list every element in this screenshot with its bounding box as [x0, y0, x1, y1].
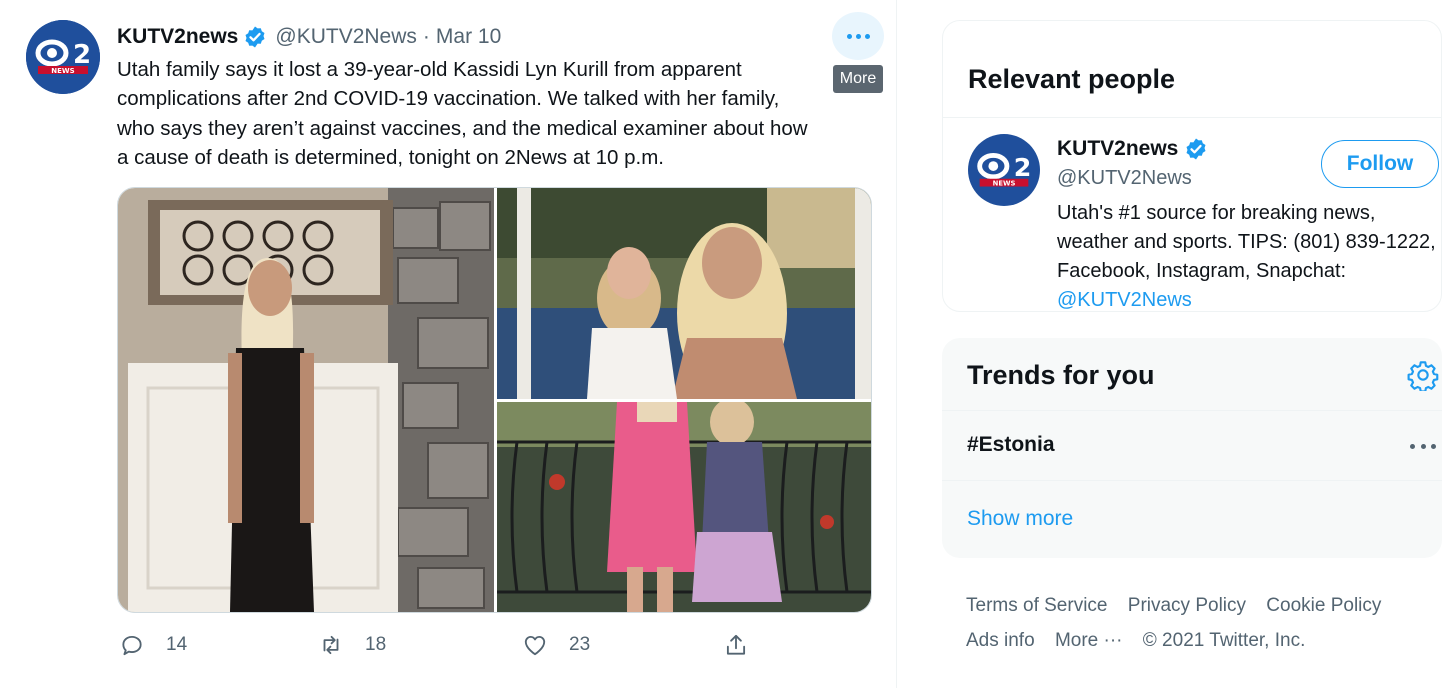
like-button[interactable]: 23	[522, 628, 590, 662]
tweet-more-button[interactable]	[832, 12, 884, 60]
person-display-name: KUTV2news	[1057, 137, 1179, 160]
person-handle[interactable]: @KUTV2News	[1057, 167, 1192, 190]
tweet-date[interactable]: Mar 10	[436, 25, 501, 49]
divider	[942, 480, 1442, 481]
person-display-name-row[interactable]: KUTV2news	[1057, 137, 1208, 161]
person-bio: Utah's #1 source for breaking news, weat…	[1057, 199, 1437, 311]
kutv2-logo-icon: 2 NEWS	[968, 134, 1040, 206]
like-count: 23	[569, 634, 591, 655]
person-bio-text: Utah's #1 source for breaking news, weat…	[1057, 202, 1436, 282]
footer-links: Terms of Service Privacy Policy Cookie P…	[966, 588, 1406, 658]
relevant-people-card: Relevant people 2 NEWS KUTV2news @KUTV2N…	[942, 20, 1442, 312]
author-display-name[interactable]: KUTV2news	[117, 25, 238, 49]
verified-badge-icon	[1184, 137, 1208, 161]
divider	[943, 117, 1441, 118]
avatar-logo-number: 2	[1014, 153, 1032, 182]
footer-link-privacy[interactable]: Privacy Policy	[1128, 595, 1246, 616]
divider	[942, 410, 1442, 411]
person-avatar[interactable]: 2 NEWS	[968, 134, 1040, 206]
tweet-text: Utah family says it lost a 39-year-old K…	[117, 58, 808, 169]
avatar-logo-subtext: NEWS	[993, 180, 1016, 188]
more-dot	[1420, 443, 1426, 449]
reply-count: 14	[166, 634, 188, 655]
trends-title: Trends for you	[967, 360, 1155, 390]
header-separator: ·	[422, 25, 430, 48]
tweet: 2 NEWS KUTV2news @KUTV2News · Mar 10 Mor…	[0, 0, 897, 688]
retweet-count: 18	[365, 634, 387, 655]
footer-link-cookie[interactable]: Cookie Policy	[1266, 595, 1381, 616]
heart-icon	[524, 635, 546, 656]
share-button[interactable]	[723, 628, 749, 662]
follow-button[interactable]: Follow	[1321, 140, 1439, 188]
tweet-media-grid	[117, 187, 872, 613]
trend-more-button[interactable]	[1410, 436, 1436, 456]
tweet-photo-1[interactable]	[118, 188, 494, 612]
more-dot	[855, 33, 861, 39]
trends-settings-gear-icon[interactable]	[1407, 359, 1439, 391]
trend-item-estonia[interactable]: #Estonia	[967, 433, 1055, 457]
more-dot	[846, 33, 852, 39]
author-avatar[interactable]: 2 NEWS	[26, 20, 100, 94]
kutv2-logo-icon: 2 NEWS	[26, 20, 100, 94]
tweet-header: KUTV2news @KUTV2News · Mar 10	[117, 22, 501, 52]
more-dot	[864, 33, 870, 39]
tweet-photo-2[interactable]	[497, 188, 871, 399]
retweet-icon	[323, 635, 339, 655]
tweet-photo-3[interactable]	[497, 402, 871, 612]
more-dot	[1431, 443, 1436, 449]
footer-link-terms[interactable]: Terms of Service	[966, 595, 1107, 616]
tweet-actions: 14 18 23	[117, 628, 757, 662]
reply-icon	[122, 635, 142, 656]
footer-link-more[interactable]: More ···	[1055, 630, 1123, 651]
verified-badge-icon	[243, 25, 267, 49]
share-icon	[726, 634, 746, 655]
footer-link-ads-info[interactable]: Ads info	[966, 630, 1035, 651]
retweet-button[interactable]: 18	[318, 628, 386, 662]
avatar-logo-subtext: NEWS	[51, 67, 74, 75]
relevant-people-title: Relevant people	[968, 64, 1176, 94]
footer-copyright: © 2021 Twitter, Inc.	[1142, 630, 1306, 651]
person-bio-link[interactable]: @KUTV2News	[1057, 289, 1192, 311]
author-handle[interactable]: @KUTV2News	[275, 25, 417, 49]
trends-show-more-link[interactable]: Show more	[967, 507, 1073, 531]
avatar-logo-number: 2	[73, 40, 91, 70]
reply-button[interactable]: 14	[119, 628, 187, 662]
more-dot	[1410, 443, 1415, 449]
